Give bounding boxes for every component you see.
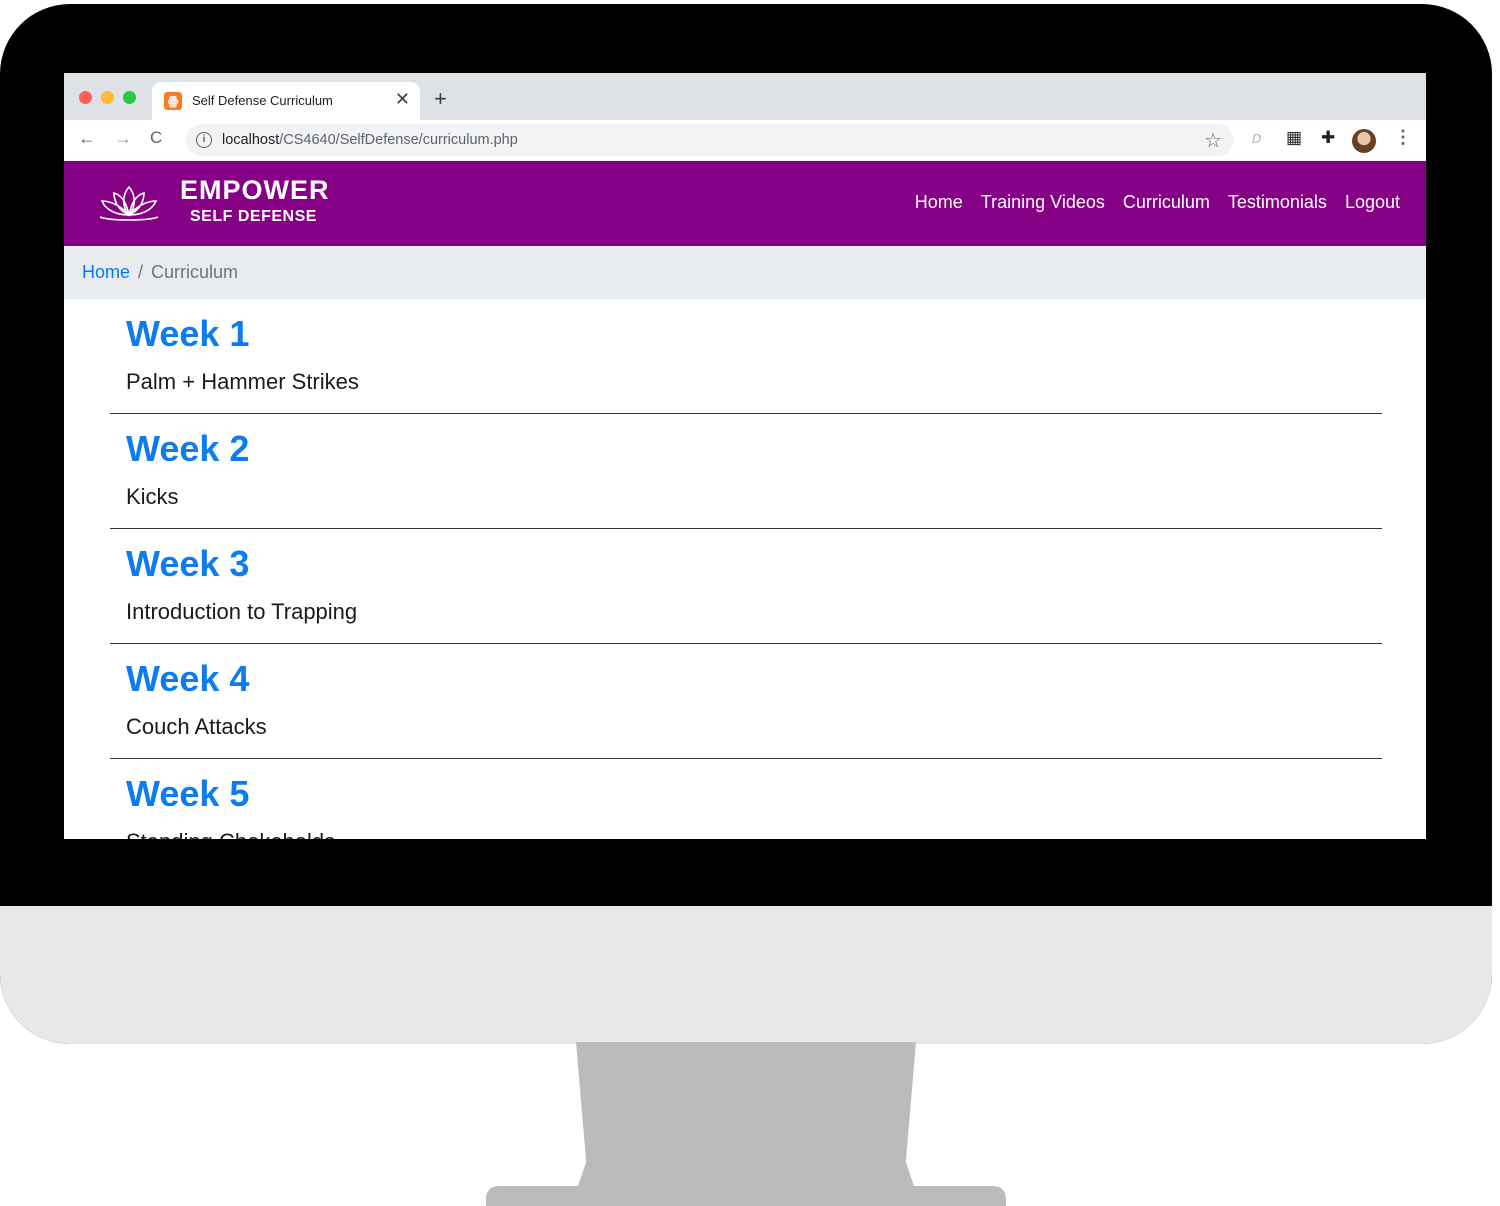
monitor-chin xyxy=(0,906,1492,1044)
profile-avatar[interactable] xyxy=(1352,129,1376,153)
week-topic: Kicks xyxy=(126,484,179,509)
nav-logout[interactable]: Logout xyxy=(1345,192,1400,213)
nav-training-videos[interactable]: Training Videos xyxy=(981,192,1105,213)
breadcrumb-current: Curriculum xyxy=(151,262,239,282)
extensions-puzzle-icon[interactable]: ✚ xyxy=(1321,128,1335,148)
curriculum-list: Week 1 Palm + Hammer Strikes Week 2 Kick… xyxy=(110,299,1382,839)
week-title: Week 3 xyxy=(126,543,250,584)
xampp-favicon-icon: ꙮ xyxy=(164,92,182,110)
lotus-logo-icon[interactable] xyxy=(94,181,164,223)
week-topic: Couch Attacks xyxy=(126,714,267,739)
brand-subtitle: SELF DEFENSE xyxy=(190,208,317,225)
bookmark-star-icon[interactable]: ☆ xyxy=(1204,128,1222,153)
week-topic: Introduction to Trapping xyxy=(126,599,358,624)
breadcrumb-home-link[interactable]: Home xyxy=(82,262,130,282)
address-bar[interactable]: i localhost/CS4640/SelfDefense/curriculu… xyxy=(186,124,1234,156)
url-path: /CS4640/SelfDefense/curriculum.php xyxy=(279,132,518,148)
maximize-window-icon[interactable] xyxy=(123,91,136,104)
monitor-stand-neck xyxy=(576,1042,916,1192)
monitor-stand-base xyxy=(486,1186,1006,1206)
new-tab-button[interactable]: + xyxy=(434,86,447,112)
site-header: EMPOWER SELF DEFENSE Home Training Video… xyxy=(64,161,1426,246)
nav-home[interactable]: Home xyxy=(915,192,963,213)
list-item: Week 5 Standing Chokeholds xyxy=(110,759,1382,839)
reload-icon[interactable]: C xyxy=(150,128,162,148)
week-title: Week 4 xyxy=(126,658,250,699)
browser-screen: ꙮ Self Defense Curriculum ✕ + ← → C i lo… xyxy=(64,73,1426,839)
url-host: localhost xyxy=(222,132,280,148)
list-item: Week 2 Kicks xyxy=(110,414,1382,529)
list-item: Week 1 Palm + Hammer Strikes xyxy=(110,299,1382,414)
extension-grid-icon[interactable]: ▦ xyxy=(1286,128,1302,148)
nav-testimonials[interactable]: Testimonials xyxy=(1228,192,1327,213)
breadcrumb-separator: / xyxy=(138,262,144,282)
tab-title: Self Defense Curriculum xyxy=(192,93,333,108)
browser-toolbar: ← → C i localhost/CS4640/SelfDefense/cur… xyxy=(64,120,1426,162)
site-nav: Home Training Videos Curriculum Testimon… xyxy=(915,192,1400,213)
forward-icon[interactable]: → xyxy=(114,128,132,149)
browser-tab[interactable]: ꙮ Self Defense Curriculum ✕ xyxy=(152,82,420,120)
brand-title[interactable]: EMPOWER xyxy=(180,175,330,206)
browser-menu-icon[interactable]: ⋮ xyxy=(1394,127,1412,148)
week-title: Week 1 xyxy=(126,313,250,354)
url-text[interactable]: localhost/CS4640/SelfDefense/curriculum.… xyxy=(222,132,518,148)
list-item: Week 4 Couch Attacks xyxy=(110,644,1382,759)
week-topic: Standing Chokeholds xyxy=(126,829,335,839)
minimize-window-icon[interactable] xyxy=(101,91,114,104)
info-icon[interactable]: i xyxy=(196,132,212,148)
nav-curriculum[interactable]: Curriculum xyxy=(1123,192,1210,213)
extension-feather-icon[interactable]: ᴅ xyxy=(1252,128,1261,148)
tab-close-icon[interactable]: ✕ xyxy=(395,89,410,110)
week-title: Week 2 xyxy=(126,428,250,469)
breadcrumb: Home / Curriculum xyxy=(64,246,1426,299)
week-title: Week 5 xyxy=(126,773,250,814)
back-icon[interactable]: ← xyxy=(78,128,96,149)
close-window-icon[interactable] xyxy=(79,91,92,104)
tab-strip: ꙮ Self Defense Curriculum ✕ + xyxy=(64,73,1426,120)
list-item: Week 3 Introduction to Trapping xyxy=(110,529,1382,644)
week-topic: Palm + Hammer Strikes xyxy=(126,369,359,394)
